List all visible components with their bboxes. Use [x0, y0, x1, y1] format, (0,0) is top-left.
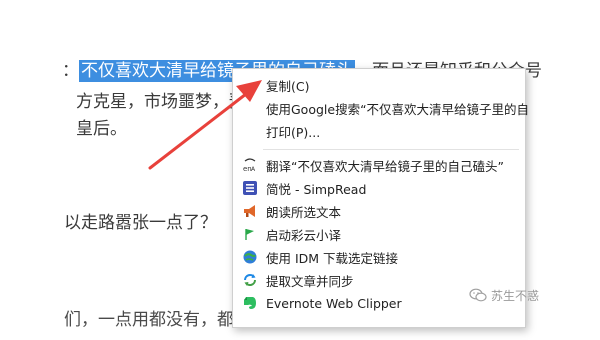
arrow-shaft: [148, 92, 248, 170]
wechat-icon: [469, 288, 487, 302]
watermark-text: 苏生不惑: [491, 288, 540, 303]
watermark: 苏生不惑: [469, 284, 539, 306]
